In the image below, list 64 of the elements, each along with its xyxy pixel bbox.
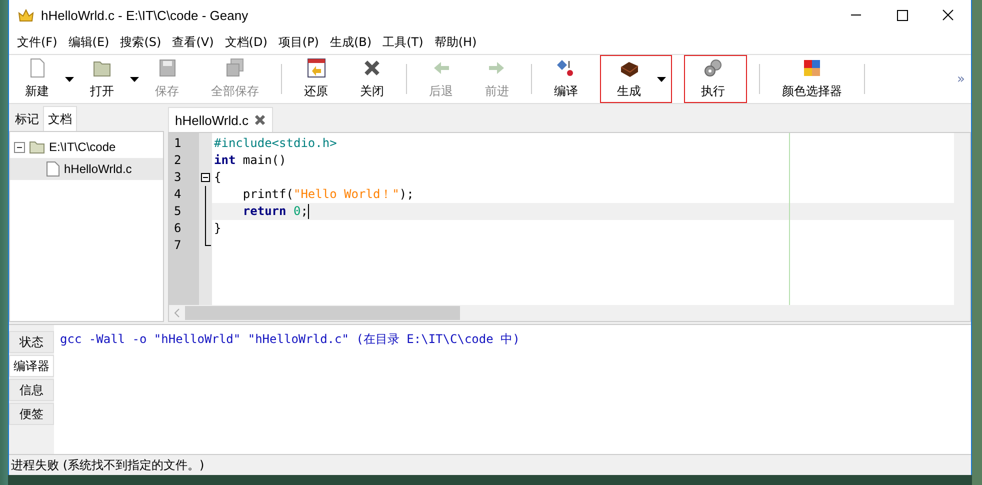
menu-item[interactable]: 文档(D) bbox=[224, 34, 268, 50]
collapse-icon[interactable] bbox=[14, 142, 25, 152]
code-line: int main() bbox=[214, 152, 286, 169]
toolbar-button[interactable]: 编译 bbox=[538, 56, 594, 102]
message-tab[interactable]: 信息 bbox=[9, 379, 54, 401]
dropdown-arrow-icon[interactable] bbox=[657, 76, 666, 82]
tree-item[interactable]: E:\IT\C\code bbox=[49, 140, 116, 154]
fold-collapse-icon[interactable] bbox=[201, 173, 210, 182]
document-icon bbox=[46, 161, 60, 177]
line-number: 2 bbox=[173, 152, 182, 169]
toolbar-button[interactable]: 新建 bbox=[9, 56, 65, 102]
menu-item[interactable]: 项目(P) bbox=[278, 34, 319, 50]
dropdown-arrow-icon[interactable] bbox=[65, 76, 74, 82]
sidebar-tab[interactable]: 标记 bbox=[11, 107, 43, 131]
line-number: 3 bbox=[173, 169, 182, 186]
editor-tab[interactable]: hHelloWrld.c bbox=[168, 107, 274, 132]
message-tab[interactable]: 便签 bbox=[9, 403, 54, 425]
close-icon bbox=[362, 58, 382, 78]
tree-item-label: hHelloWrld.c bbox=[64, 162, 132, 176]
tree-row[interactable]: hHelloWrld.c bbox=[10, 158, 163, 180]
menu-item[interactable]: 编辑(E) bbox=[68, 34, 110, 50]
tab-label: hHelloWrld.c bbox=[175, 112, 248, 128]
toolbar-button[interactable]: 颜色选择器 bbox=[766, 56, 858, 102]
toolbar-button[interactable]: 执行 bbox=[685, 56, 741, 102]
menu-item[interactable]: 查看(V) bbox=[172, 34, 214, 50]
document-revert-icon bbox=[306, 58, 326, 78]
line-number: 1 bbox=[173, 135, 182, 152]
sidebar-tab[interactable]: 文档 bbox=[43, 106, 77, 131]
line-number: 7 bbox=[173, 237, 182, 254]
line-number: 6 bbox=[173, 220, 182, 237]
menu-item[interactable]: 搜索(S) bbox=[120, 34, 162, 50]
toolbar-button[interactable]: 生成 bbox=[601, 56, 657, 102]
app-logo-icon bbox=[17, 7, 35, 23]
code-line: return 0; bbox=[242, 203, 308, 220]
code-line: } bbox=[214, 220, 222, 237]
line-number: 4 bbox=[173, 186, 182, 203]
toolbar-button[interactable]: 还原 bbox=[288, 56, 344, 102]
compiler-message: gcc -Wall -o "hHelloWrld" "hHelloWrld.c" (在目录 E:\IT\C\code 中) bbox=[60, 331, 521, 347]
status-bar: 进程失败 (系统找不到指定的文件。) bbox=[9, 454, 971, 475]
color-picker-icon bbox=[802, 58, 822, 78]
scrollbar-thumb[interactable] bbox=[185, 306, 460, 320]
close-icon[interactable] bbox=[254, 114, 266, 126]
text-cursor bbox=[308, 204, 309, 219]
menu-item[interactable]: 工具(T) bbox=[382, 34, 424, 50]
message-tab[interactable]: 编译器 bbox=[9, 355, 54, 377]
code-line: printf("Hello World！"); bbox=[242, 186, 414, 203]
window-title: hHelloWrld.c - E:\IT\C\code - Geany bbox=[41, 8, 250, 22]
dropdown-arrow-icon[interactable] bbox=[130, 76, 139, 82]
toolbar-button[interactable]: 关闭 bbox=[344, 56, 400, 102]
menu-item[interactable]: 帮助(H) bbox=[434, 34, 477, 50]
code-editor[interactable]: 1 2 3 4 5 6 7 #include<stdio.h> int main() { printf("Hello World！"); return 0; } bbox=[169, 133, 970, 305]
menu-item[interactable]: 文件(F) bbox=[17, 34, 58, 50]
folder-icon bbox=[29, 140, 45, 154]
compile-icon bbox=[556, 58, 576, 78]
gears-icon bbox=[703, 58, 723, 78]
code-line: #include<stdio.h> bbox=[214, 135, 337, 152]
floppy-disks-icon bbox=[225, 58, 245, 78]
overflow-button[interactable]: » bbox=[957, 72, 965, 86]
message-tab[interactable]: 状态 bbox=[9, 331, 54, 353]
menu-item[interactable]: 生成(B) bbox=[330, 34, 372, 50]
vertical-scrollbar[interactable] bbox=[954, 133, 970, 305]
code-line: { bbox=[214, 169, 222, 186]
line-number: 5 bbox=[173, 203, 182, 220]
toolbar-button[interactable]: 打开 bbox=[74, 56, 130, 102]
